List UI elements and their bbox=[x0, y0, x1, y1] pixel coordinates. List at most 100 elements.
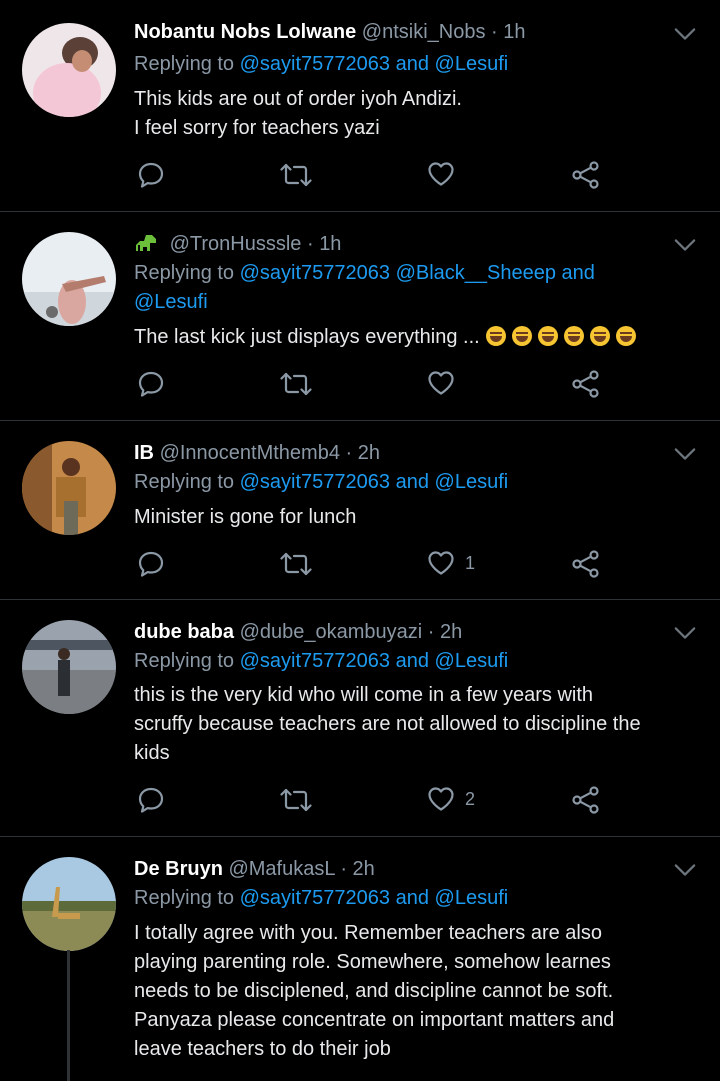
reply-icon bbox=[137, 370, 165, 398]
retweet-icon bbox=[280, 550, 312, 578]
retweet-icon bbox=[280, 161, 312, 189]
tweet-header: Nobantu Nobs Lolwane @ntsiki_Nobs · 1h bbox=[134, 20, 526, 44]
replying-to: Replying to @sayit75772063 and @Lesufi bbox=[134, 647, 694, 676]
replying-to-links[interactable]: @sayit75772063 and @Lesufi bbox=[240, 650, 509, 672]
like-count: 1 bbox=[465, 552, 476, 573]
like-button[interactable]: 2 bbox=[427, 786, 475, 812]
share-button[interactable] bbox=[571, 161, 601, 189]
retweet-button[interactable] bbox=[280, 550, 312, 578]
replying-to-links[interactable]: @sayit75772063 and @Lesufi bbox=[240, 887, 509, 909]
reply-button[interactable] bbox=[137, 786, 165, 814]
replying-to: Replying to @sayit75772063 and @Lesufi bbox=[134, 50, 694, 79]
share-button[interactable] bbox=[571, 370, 601, 398]
timestamp[interactable]: 1h bbox=[319, 233, 341, 255]
chevron-down-icon[interactable] bbox=[674, 27, 696, 41]
chevron-down-icon[interactable] bbox=[674, 626, 696, 640]
chevron-down-icon[interactable] bbox=[674, 238, 696, 252]
reply-button[interactable] bbox=[137, 370, 165, 398]
tweet-text-line: I feel sorry for teachers yazi bbox=[134, 117, 380, 139]
tweet[interactable]: Nobantu Nobs Lolwane @ntsiki_Nobs · 1h R… bbox=[0, 0, 720, 212]
separator: · bbox=[340, 858, 347, 880]
thread-line bbox=[67, 950, 70, 1081]
replying-to: Replying to @sayit75772063 @Black__Sheee… bbox=[134, 259, 694, 317]
tweet-text: This kids are out of order iyoh Andizi. … bbox=[134, 85, 699, 143]
tweet[interactable]: De Bruyn @MafukasL · 2h Replying to @say… bbox=[0, 837, 720, 1081]
reply-button[interactable] bbox=[137, 161, 165, 189]
timestamp[interactable]: 2h bbox=[353, 858, 375, 880]
tweet-actions bbox=[0, 161, 720, 191]
replying-to-prefix: Replying to bbox=[134, 471, 235, 493]
tweet-text-line: This kids are out of order iyoh Andizi. bbox=[134, 88, 462, 110]
retweet-icon bbox=[280, 370, 312, 398]
share-button[interactable] bbox=[571, 786, 601, 814]
user-handle[interactable]: @dube_okambuyazi bbox=[240, 621, 423, 643]
user-handle[interactable]: @InnocentMthemb4 bbox=[160, 442, 340, 464]
separator: · bbox=[491, 21, 498, 43]
tweet-text-line: leave teachers to do their job bbox=[134, 1038, 391, 1060]
share-icon bbox=[571, 550, 601, 578]
timestamp[interactable]: 2h bbox=[440, 621, 462, 643]
user-handle[interactable]: @TronHusssle bbox=[170, 233, 302, 255]
replying-to-links[interactable]: @Lesufi bbox=[134, 288, 694, 317]
heart-icon bbox=[427, 786, 455, 812]
replying-to-prefix: Replying to bbox=[134, 887, 235, 909]
timestamp[interactable]: 2h bbox=[358, 442, 380, 464]
replying-to-prefix: Replying to bbox=[134, 650, 235, 672]
tweet-text-line: Panyaza please concentrate on important … bbox=[134, 1009, 615, 1031]
tweet-header: IB @InnocentMthemb4 · 2h bbox=[134, 441, 380, 465]
tweet-text-line: scruffy because teachers are not allowed… bbox=[134, 713, 641, 735]
separator: · bbox=[306, 233, 314, 255]
avatar[interactable] bbox=[22, 232, 116, 326]
display-name[interactable]: dube baba bbox=[134, 621, 234, 643]
share-icon bbox=[571, 161, 601, 189]
tweet-text-line: The last kick just displays everything .… bbox=[134, 326, 480, 348]
display-name[interactable]: De Bruyn bbox=[134, 858, 223, 880]
retweet-button[interactable] bbox=[280, 161, 312, 189]
replying-to-links[interactable]: @sayit75772063 @Black__Sheeep and bbox=[240, 262, 595, 284]
like-button[interactable] bbox=[427, 370, 455, 396]
tweet[interactable]: IB @InnocentMthemb4 · 2h Replying to @sa… bbox=[0, 421, 720, 600]
like-button[interactable]: 1 bbox=[427, 550, 475, 576]
chevron-down-icon[interactable] bbox=[674, 447, 696, 461]
tweet-text: I totally agree with you. Remember teach… bbox=[134, 919, 699, 1064]
replying-to-links[interactable]: @sayit75772063 and @Lesufi bbox=[240, 471, 509, 493]
heart-icon bbox=[427, 370, 455, 396]
reply-icon bbox=[137, 161, 165, 189]
tweet-text-line: this is the very kid who will come in a … bbox=[134, 684, 594, 706]
chevron-down-icon[interactable] bbox=[674, 863, 696, 877]
tweet-text-line: kids bbox=[134, 742, 170, 764]
user-handle[interactable]: @ntsiki_Nobs bbox=[362, 21, 486, 43]
share-icon bbox=[571, 786, 601, 814]
avatar[interactable] bbox=[22, 441, 116, 535]
tweet-text: Minister is gone for lunch bbox=[134, 503, 699, 532]
reply-icon bbox=[137, 550, 165, 578]
dinosaur-icon bbox=[136, 235, 156, 251]
retweet-icon bbox=[280, 786, 312, 814]
avatar[interactable] bbox=[22, 23, 116, 117]
tweet-header: De Bruyn @MafukasL · 2h bbox=[134, 857, 375, 881]
avatar[interactable] bbox=[22, 620, 116, 714]
heart-icon bbox=[427, 550, 455, 576]
replying-to-links[interactable]: @sayit75772063 and @Lesufi bbox=[240, 53, 509, 75]
tweet-actions: 1 bbox=[0, 550, 720, 580]
tweet-text-line: needs to be disciplened, and discipline … bbox=[134, 980, 614, 1002]
display-name[interactable]: IB bbox=[134, 442, 154, 464]
like-count: 2 bbox=[465, 788, 476, 809]
separator: · bbox=[427, 621, 435, 643]
reply-button[interactable] bbox=[137, 550, 165, 578]
tweet-actions: 2 bbox=[0, 786, 720, 816]
replying-to-prefix: Replying to bbox=[134, 262, 235, 284]
tweet[interactable]: @TronHusssle · 1h Replying to @sayit7577… bbox=[0, 212, 720, 421]
tweet-actions bbox=[0, 370, 720, 400]
tweet-header: dube baba @dube_okambuyazi · 2h bbox=[134, 620, 462, 644]
share-button[interactable] bbox=[571, 550, 601, 578]
tweet[interactable]: dube baba @dube_okambuyazi · 2h Replying… bbox=[0, 600, 720, 837]
like-button[interactable] bbox=[427, 161, 455, 187]
retweet-button[interactable] bbox=[280, 370, 312, 398]
display-name[interactable]: Nobantu Nobs Lolwane bbox=[134, 21, 356, 43]
tweet-text-line: playing parenting role. Somewhere, someh… bbox=[134, 951, 611, 973]
avatar[interactable] bbox=[22, 857, 116, 951]
retweet-button[interactable] bbox=[280, 786, 312, 814]
user-handle[interactable]: @MafukasL bbox=[228, 858, 334, 880]
timestamp[interactable]: 1h bbox=[503, 21, 525, 43]
